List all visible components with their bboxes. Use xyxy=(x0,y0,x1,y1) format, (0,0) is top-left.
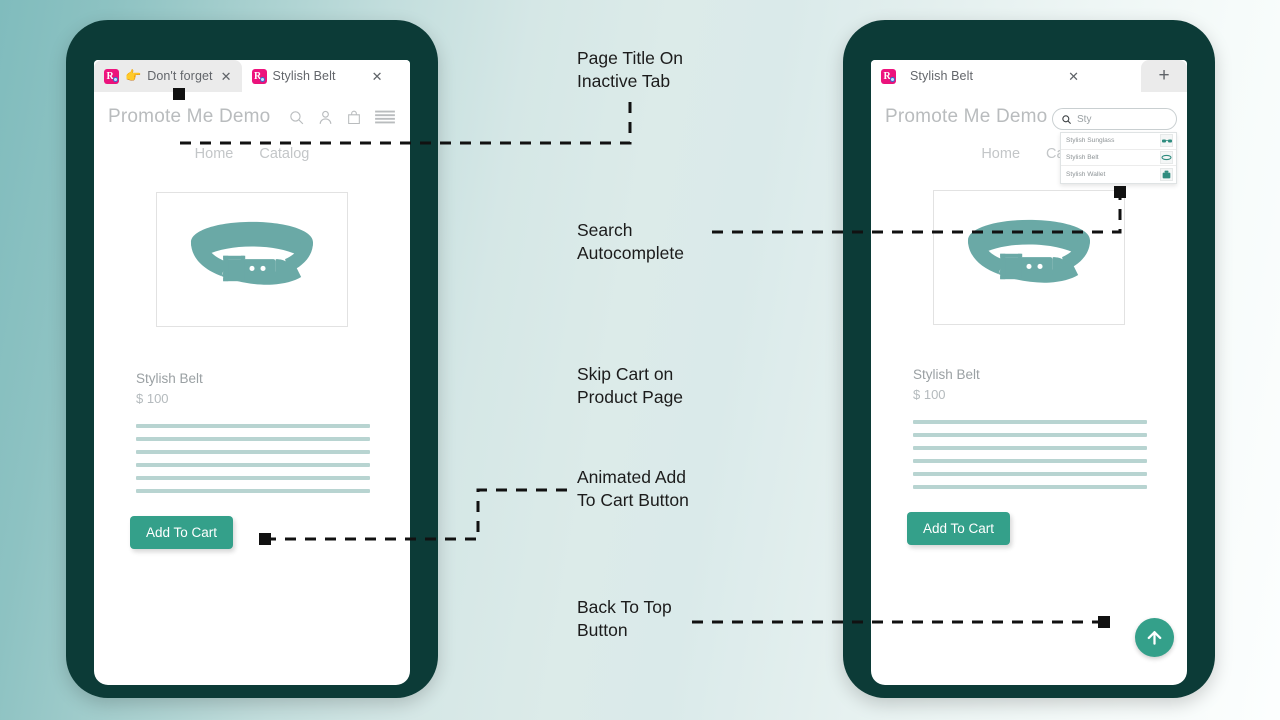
new-tab-button[interactable]: + xyxy=(1141,60,1187,92)
site-brand: Promote Me Demo xyxy=(885,106,1048,127)
promote-me-favicon-icon: R xyxy=(881,68,896,84)
site-header-left: Promote Me Demo xyxy=(94,92,410,136)
product-description-skeleton-right xyxy=(913,420,1147,489)
autocomplete-item[interactable]: Stylish Belt xyxy=(1061,150,1176,166)
browser-tabstrip-right: R Stylish Belt ✕ + xyxy=(871,60,1187,92)
product-price: $ 100 xyxy=(913,387,946,402)
wallet-icon xyxy=(1160,167,1173,181)
browser-tab-title: Stylish Belt xyxy=(272,69,336,83)
autocomplete-item[interactable]: Stylish Wallet xyxy=(1061,166,1176,183)
product-description-skeleton-left xyxy=(136,424,370,493)
nav-item-home[interactable]: Home xyxy=(195,146,234,162)
header-icon-group xyxy=(288,108,396,126)
annotation-back-to-top-button: Back To Top Button xyxy=(577,597,672,640)
belt-illustration-icon xyxy=(967,219,1091,283)
annotation-page-title-on-inactive-tab: Page Title On Inactive Tab xyxy=(577,48,684,91)
autocomplete-dropdown: Stylish Sunglass Stylish Belt Stylish Wa… xyxy=(1060,132,1177,184)
product-image-right xyxy=(933,190,1125,325)
pointing-hand-emoji-icon: 👉 xyxy=(125,68,142,83)
search-input[interactable]: Sty xyxy=(1052,108,1177,130)
phone-mockup-right: R Stylish Belt ✕ + Promote Me Demo Home … xyxy=(843,20,1215,698)
search-autocomplete-region: Sty Stylish Sunglass Stylish Belt Stylis… xyxy=(1052,108,1177,184)
browser-tab-active[interactable]: R Stylish Belt ✕ xyxy=(241,60,393,92)
autocomplete-item[interactable]: Stylish Sunglass xyxy=(1061,133,1176,150)
promote-me-favicon-icon: R xyxy=(104,68,119,84)
nav-item-catalog[interactable]: Catalog xyxy=(259,146,309,162)
site-brand: Promote Me Demo xyxy=(108,106,271,127)
product-price: $ 100 xyxy=(136,391,169,406)
autocomplete-item-label: Stylish Wallet xyxy=(1066,170,1106,178)
search-icon[interactable] xyxy=(288,109,305,126)
nav-item-home[interactable]: Home xyxy=(981,146,1020,162)
product-title: Stylish Belt xyxy=(136,371,203,386)
browser-tab-active[interactable]: R Stylish Belt ✕ xyxy=(871,60,1089,92)
browser-tabstrip-left: R 👉 Don't forget ✕ R Stylish Belt ✕ xyxy=(94,60,410,92)
browser-tab-title: Stylish Belt xyxy=(910,69,974,83)
phone-screen-left: R 👉 Don't forget ✕ R Stylish Belt ✕ Prom… xyxy=(94,60,410,685)
annotation-animated-add-to-cart: Animated Add To Cart Button xyxy=(577,467,689,510)
add-to-cart-button[interactable]: Add To Cart xyxy=(907,512,1011,545)
close-icon[interactable]: ✕ xyxy=(1066,70,1081,83)
autocomplete-item-label: Stylish Sunglass xyxy=(1066,137,1115,145)
product-image-left xyxy=(156,192,348,327)
annotation-skip-cart-on-product-page: Skip Cart on Product Page xyxy=(577,364,684,407)
sunglasses-icon xyxy=(1160,134,1173,148)
account-icon[interactable] xyxy=(317,109,334,126)
phone-mockup-left: R 👉 Don't forget ✕ R Stylish Belt ✕ Prom… xyxy=(66,20,438,698)
belt-icon xyxy=(1160,150,1173,164)
bag-icon[interactable] xyxy=(346,109,362,126)
add-to-cart-button[interactable]: Add To Cart xyxy=(130,516,234,549)
site-nav-left: Home Catalog xyxy=(94,136,410,162)
menu-icon[interactable] xyxy=(374,108,396,126)
back-to-top-button[interactable] xyxy=(1135,618,1174,657)
close-icon[interactable]: ✕ xyxy=(370,70,385,83)
phone-screen-right: R Stylish Belt ✕ + Promote Me Demo Home … xyxy=(871,60,1187,685)
browser-tab-inactive[interactable]: R 👉 Don't forget ✕ xyxy=(94,60,242,92)
autocomplete-item-label: Stylish Belt xyxy=(1066,153,1099,161)
search-icon xyxy=(1062,114,1072,124)
browser-tab-title: Don't forget xyxy=(147,69,213,83)
close-icon[interactable]: ✕ xyxy=(219,70,234,83)
promote-me-favicon-icon: R xyxy=(251,68,267,84)
product-title: Stylish Belt xyxy=(913,367,980,382)
arrow-up-icon xyxy=(1147,631,1162,645)
annotation-search-autocomplete: Search Autocomplete xyxy=(577,220,685,263)
belt-illustration-icon xyxy=(190,221,314,285)
search-input-value: Sty xyxy=(1077,113,1092,125)
